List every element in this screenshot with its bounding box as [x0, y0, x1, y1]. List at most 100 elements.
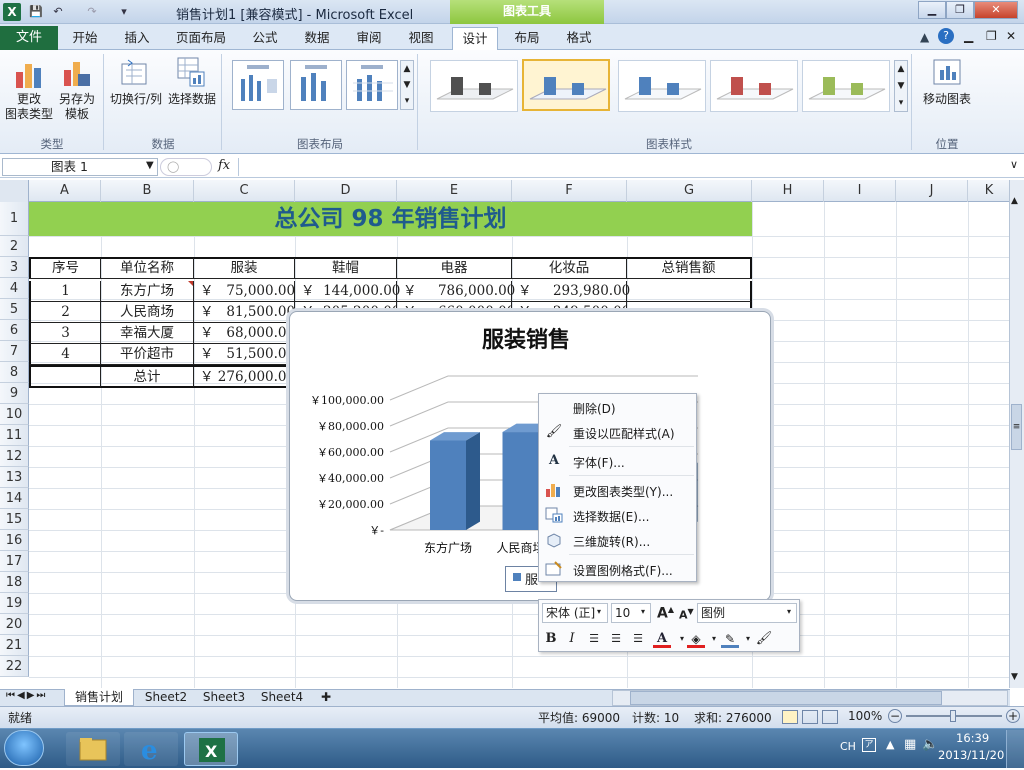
cell-cosmetics[interactable]: ￥ 293,980.00 [512, 281, 630, 302]
cell-total[interactable] [627, 281, 752, 302]
header-cell[interactable]: 单位名称 [101, 258, 194, 279]
italic-button[interactable]: I [563, 630, 581, 648]
shrink-font-icon[interactable]: A▼ [679, 607, 694, 622]
ie-taskbar-icon[interactable]: e [124, 732, 178, 766]
network-icon[interactable]: ▦ [904, 737, 916, 752]
column-header[interactable]: H [752, 180, 824, 202]
align-left-icon[interactable]: ☰ [585, 630, 603, 648]
cell-no[interactable]: 2 [29, 302, 101, 323]
menu-item-reset-style[interactable]: 重设以匹配样式(A) [573, 425, 675, 442]
save-icon[interactable]: 💾 [28, 4, 44, 20]
formula-resize-handle[interactable]: ◯ [160, 158, 212, 176]
tab-data[interactable]: 数据 [296, 28, 338, 48]
align-right-icon[interactable]: ☰ [629, 630, 647, 648]
minimize-button[interactable]: ▁ [918, 1, 946, 19]
cell-total-label[interactable]: 总计 [101, 367, 194, 388]
header-cell[interactable]: 服装 [194, 258, 295, 279]
header-cell[interactable]: 化妆品 [512, 258, 627, 279]
cell-no[interactable]: 1 [29, 281, 101, 302]
tab-layout[interactable]: 布局 [506, 28, 548, 48]
row-header[interactable]: 20 [0, 614, 29, 635]
column-header[interactable]: K [968, 180, 1010, 202]
menu-item-select-data[interactable]: 选择数据(E)... [573, 508, 649, 525]
ime-icon[interactable]: ア [862, 738, 876, 752]
row-header[interactable]: 22 [0, 656, 29, 677]
volume-icon[interactable]: 🔈 [922, 737, 938, 752]
zoom-out-icon[interactable]: − [888, 709, 902, 723]
normal-view-icon[interactable] [782, 710, 798, 724]
doc-close-icon[interactable]: ✕ [1006, 29, 1016, 43]
tab-design[interactable]: 设计 [452, 27, 498, 51]
chart-style-1[interactable] [430, 60, 518, 112]
tray-arrow-icon[interactable]: ▲ [886, 738, 894, 751]
row-header[interactable]: 19 [0, 593, 29, 614]
chart-style-scroll[interactable]: ▲ ▼ ▾ [894, 60, 908, 112]
cell-name[interactable]: 幸福大厦 [101, 323, 194, 344]
row-header[interactable]: 17 [0, 551, 29, 572]
cell-clothing[interactable]: ￥ 81,500.00 [194, 302, 295, 323]
sheet-title[interactable]: 总公司 98 年销售计划 [29, 202, 752, 236]
close-button[interactable]: ✕ [974, 1, 1018, 19]
tab-file[interactable]: 文件 [0, 26, 58, 50]
bold-button[interactable]: B [542, 630, 560, 648]
cell-name[interactable]: 东方广场 [101, 281, 194, 302]
vertical-scroll-thumb[interactable]: ≡ [1011, 404, 1022, 450]
cell-total-clothing[interactable]: ￥ 276,000.00 [194, 367, 295, 388]
tab-view[interactable]: 视图 [400, 28, 442, 48]
insert-function-icon[interactable]: fx [218, 158, 230, 173]
doc-restore-icon[interactable]: ❐ [986, 29, 997, 43]
format-painter-icon[interactable]: 🖌 [755, 630, 773, 648]
doc-minimize-icon[interactable]: ▁ [964, 29, 973, 43]
row-header[interactable]: 2 [0, 236, 29, 257]
chart-style-2[interactable] [522, 59, 610, 111]
language-indicator[interactable]: CH [840, 740, 856, 753]
formula-input[interactable] [238, 158, 1008, 176]
clock-time[interactable]: 16:39 [956, 731, 989, 745]
chart-style-3[interactable] [618, 60, 706, 112]
chart-element-box[interactable]: 图例 [697, 603, 797, 623]
legend-label[interactable]: 服 [525, 569, 538, 588]
cell-clothing[interactable]: ￥ 75,000.00 [194, 281, 295, 302]
scroll-up-icon[interactable]: ▲ [1011, 196, 1018, 206]
chart-layout-scroll[interactable]: ▲ ▼ ▾ [400, 60, 414, 110]
column-header[interactable]: G [627, 180, 752, 202]
row-header[interactable]: 16 [0, 530, 29, 551]
header-cell[interactable]: 总销售额 [627, 258, 752, 279]
cell-shoes[interactable]: ￥ 144,000.00 [295, 281, 400, 302]
size-dropdown-icon[interactable]: ▾ [641, 607, 645, 616]
switch-row-column-button[interactable]: 切换行/列 [108, 92, 164, 107]
menu-item-format-legend[interactable]: 设置图例格式(F)... [573, 562, 673, 579]
chart-layout-2[interactable] [290, 60, 342, 110]
column-header[interactable]: E [397, 180, 512, 202]
cell-name[interactable]: 人民商场 [101, 302, 194, 323]
row-header[interactable]: 10 [0, 404, 29, 425]
row-header[interactable]: 7 [0, 341, 29, 362]
sheet-nav-icon[interactable]: ⏮◀▶⏭ [6, 690, 47, 701]
sheet-tab[interactable]: Sheet2 [140, 689, 192, 706]
show-desktop-button[interactable] [1006, 730, 1024, 768]
customize-toolbar-icon[interactable]: ▾ [116, 4, 132, 20]
chart-area[interactable]: ￥- ￥20,000.00 ￥40,000.00 ￥60,000.00 ￥80,000.… [289, 311, 771, 601]
row-header[interactable]: 11 [0, 425, 29, 446]
row-header[interactable]: 6 [0, 320, 29, 341]
element-dropdown-icon[interactable]: ▾ [787, 607, 791, 616]
tab-review[interactable]: 审阅 [348, 28, 390, 48]
menu-item-delete[interactable]: 删除(D) [573, 400, 616, 417]
column-header[interactable]: F [512, 180, 627, 202]
tab-home[interactable]: 开始 [64, 28, 106, 48]
restore-button[interactable]: ❐ [946, 1, 974, 19]
page-break-view-icon[interactable] [822, 710, 838, 724]
cell-appliance[interactable]: ￥ 786,000.00 [397, 281, 515, 302]
row-header[interactable]: 18 [0, 572, 29, 593]
chart-style-4[interactable] [710, 60, 798, 112]
tab-format[interactable]: 格式 [558, 28, 600, 48]
menu-item-change-chart-type[interactable]: 更改图表类型(Y)... [573, 483, 673, 500]
column-header[interactable]: J [896, 180, 968, 202]
clock-date[interactable]: 2013/11/20 [938, 748, 1004, 762]
row-header[interactable]: 8 [0, 362, 29, 383]
chart-title[interactable]: 服装销售 [482, 322, 570, 354]
move-chart-button[interactable]: 移动图表 [916, 92, 978, 107]
column-header[interactable]: D [295, 180, 397, 202]
cell-no[interactable]: 3 [29, 323, 101, 344]
row-header[interactable]: 21 [0, 635, 29, 656]
